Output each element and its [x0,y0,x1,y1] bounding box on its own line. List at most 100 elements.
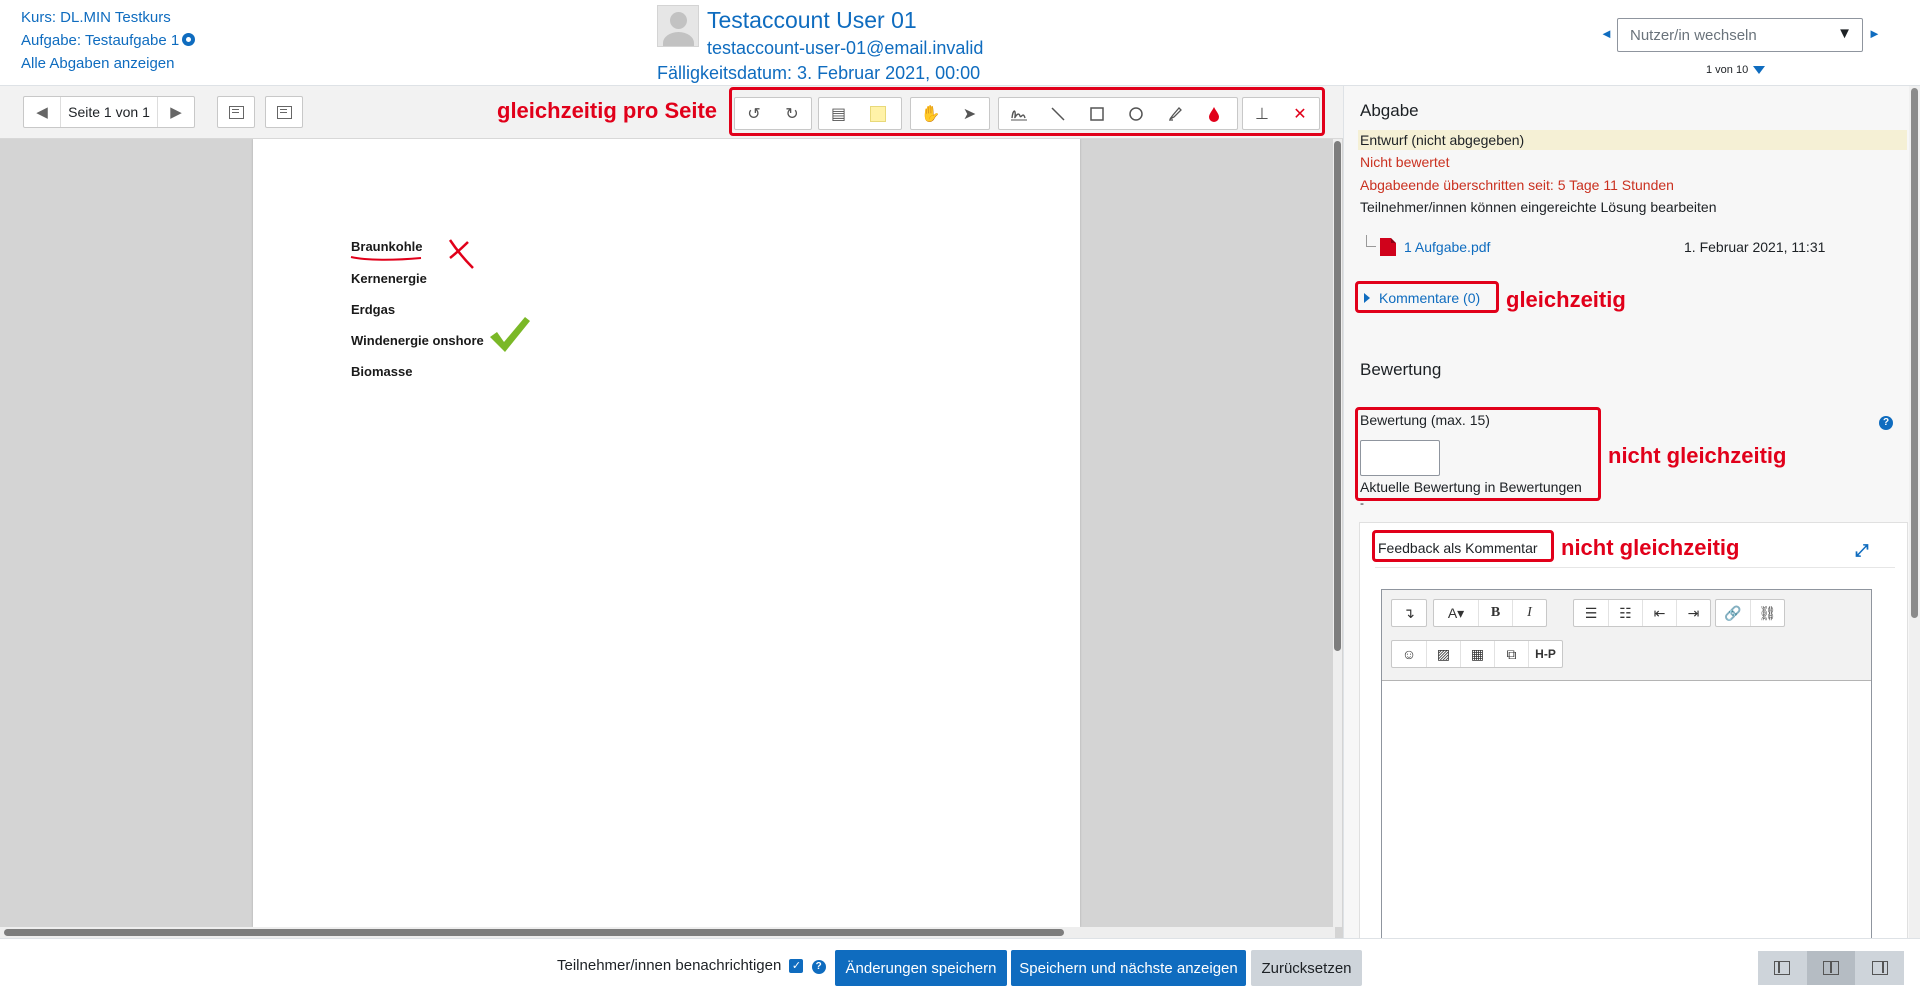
user-switch-select[interactable]: Nutzer/in wechseln ▼ [1617,18,1863,52]
comment-color-button[interactable] [858,98,897,129]
document-vertical-scrollbar[interactable] [1333,139,1342,927]
pdf-line-5: Biomasse [351,364,413,379]
line-icon [1050,106,1065,121]
unordered-list-button[interactable]: ☰ [1574,600,1608,626]
pdf-page[interactable]: Braunkohle Kernenergie Erdgas Windenergi… [253,139,1080,927]
highlight-tool-button[interactable] [1155,98,1194,129]
annotation-label-toolbar: gleichzeitig pro Seite [497,98,718,123]
scrollbar-thumb[interactable] [4,929,1064,936]
previous-page-button[interactable]: ◀ [24,97,60,127]
grading-pane: Abgabe Entwurf (nicht abgegeben) Nicht b… [1343,86,1920,938]
manage-files-button[interactable]: ⧉ [1494,641,1528,667]
editor-group-links: 🔗 ⛓ [1715,599,1785,627]
tree-branch-icon [1366,235,1376,247]
editor-group-collapse: ↴ [1391,599,1427,627]
red-cross-annotation[interactable] [446,237,476,271]
layout-collapse-review-panel-button[interactable] [1855,951,1904,985]
document-viewport[interactable]: Braunkohle Kernenergie Erdgas Windenergi… [0,139,1335,927]
draw-tool-group [998,97,1238,130]
link-button[interactable]: 🔗 [1716,600,1750,626]
status-edit-permission: Teilnehmer/innen können eingereichte Lös… [1360,199,1717,215]
editor-content-area[interactable] [1382,682,1871,938]
pen-tool-button[interactable] [999,98,1038,129]
user-name-link[interactable]: Testaccount User 01 [707,7,917,34]
red-underline-annotation[interactable] [349,254,423,262]
media-button[interactable]: ▦ [1460,641,1494,667]
help-icon[interactable]: ? [1879,416,1893,430]
color-picker-button[interactable] [1194,98,1233,129]
help-icon[interactable]: ? [811,960,826,974]
indent-button[interactable]: ⇥ [1676,600,1710,626]
assignment-link-text: Aufgabe: Testaufgabe 1 [21,32,180,49]
filter-icon[interactable] [1753,66,1766,74]
outdent-button[interactable]: ⇤ [1642,600,1676,626]
editor-group-lists: ☰ ☷ ⇤ ⇥ [1573,599,1711,627]
save-changes-button[interactable]: Änderungen speichern [835,950,1007,986]
pan-tool-button[interactable]: ✋ [911,98,950,129]
pen-icon [1010,109,1027,120]
unlink-button[interactable]: ⛓ [1750,600,1784,626]
emoji-button[interactable]: ☺ [1392,641,1426,667]
layout-default-button[interactable] [1806,951,1856,985]
gear-icon[interactable] [182,33,196,46]
status-not-graded: Nicht bewertet [1360,154,1450,170]
paragraph-style-button[interactable]: A▾ [1434,600,1478,626]
submitted-file-link[interactable]: 1 Aufgabe.pdf [1404,239,1490,255]
select-tool-button[interactable]: ➤ [950,98,989,129]
layout-collapse-grade-panel-button[interactable] [1758,951,1807,985]
next-page-button[interactable]: ▶ [158,97,194,127]
comment-tool-button[interactable]: ▤ [819,98,858,129]
pdf-toolbar: ◀ Seite 1 von 1 ▶ gleichzeitig pro Seite… [0,86,1343,139]
status-overdue: Abgabeende überschritten seit: 5 Tage 11… [1360,177,1674,193]
annotation-label-comments: gleichzeitig [1506,287,1626,312]
assignment-link[interactable]: Aufgabe: Testaufgabe 1 [21,29,196,52]
divider [1375,567,1895,568]
line-tool-button[interactable] [1038,98,1077,129]
yellow-swatch-icon [869,105,886,122]
search-comments-button[interactable] [217,96,255,128]
status-draft: Entwurf (nicht abgegeben) [1358,130,1907,150]
ordered-list-button[interactable]: ☷ [1608,600,1642,626]
save-and-next-button[interactable]: Speichern und nächste anzeigen [1011,950,1246,986]
submission-heading: Abgabe [1360,101,1419,120]
delete-stamp-button[interactable]: ✕ [1281,98,1319,129]
avatar[interactable] [657,5,699,47]
feedback-editor: ↴ A▾ B I ☰ ☷ ⇤ ⇥ 🔗 ⛓ ☺ ▨ ▦ ⧉ H-P [1381,589,1872,938]
next-user-icon[interactable]: ► [1868,26,1881,41]
grading-pane-scrollbar[interactable] [1909,86,1920,938]
user-count: 1 von 10 [1706,64,1766,76]
editor-group-style: A▾ B I [1433,599,1547,627]
italic-button[interactable]: I [1512,600,1546,626]
h5p-button[interactable]: H-P [1528,641,1562,667]
expand-icon[interactable]: ⤢ [1855,541,1869,561]
course-link[interactable]: Kurs: DL.MIN Testkurs [21,6,195,29]
oval-tool-button[interactable] [1116,98,1155,129]
green-check-stamp[interactable] [488,313,532,355]
page-selector[interactable]: Seite 1 von 1 [60,97,158,127]
user-switch-placeholder: Nutzer/in wechseln [1630,27,1757,44]
notify-label: Teilnehmer/innen benachrichtigen [557,957,782,974]
chevron-down-icon: ▼ [1837,25,1852,42]
notify-checkbox[interactable]: ✓ [789,959,804,973]
bold-button[interactable]: B [1478,600,1512,626]
notify-students: Teilnehmer/innen benachrichtigen ✓ ? [557,957,826,974]
pdf-file-icon [1380,238,1396,256]
rotate-right-button[interactable]: ↻ [773,98,811,129]
scrollbar-thumb[interactable] [1334,141,1341,651]
reset-button[interactable]: Zurücksetzen [1251,950,1362,986]
document-horizontal-scrollbar[interactable] [0,927,1335,938]
rectangle-tool-button[interactable] [1077,98,1116,129]
image-button[interactable]: ▨ [1426,641,1460,667]
all-submissions-link[interactable]: Alle Abgaben anzeigen [21,52,195,75]
page-navigation: ◀ Seite 1 von 1 ▶ [23,96,195,128]
toolbar-toggle-button[interactable]: ↴ [1392,600,1426,626]
rotate-left-button[interactable]: ↺ [735,98,773,129]
previous-user-icon[interactable]: ◄ [1600,26,1613,41]
navigation-tool-group: ✋ ➤ [910,97,990,130]
stamp-tool-button[interactable]: ⊥ [1243,98,1281,129]
user-email-link[interactable]: testaccount-user-01@email.invalid [707,38,983,59]
grader-footer: Teilnehmer/innen benachrichtigen ✓ ? Änd… [0,938,1920,998]
layout-right-icon [1871,961,1888,975]
scrollbar-thumb[interactable] [1911,88,1918,618]
expand-comments-button[interactable] [265,96,303,128]
